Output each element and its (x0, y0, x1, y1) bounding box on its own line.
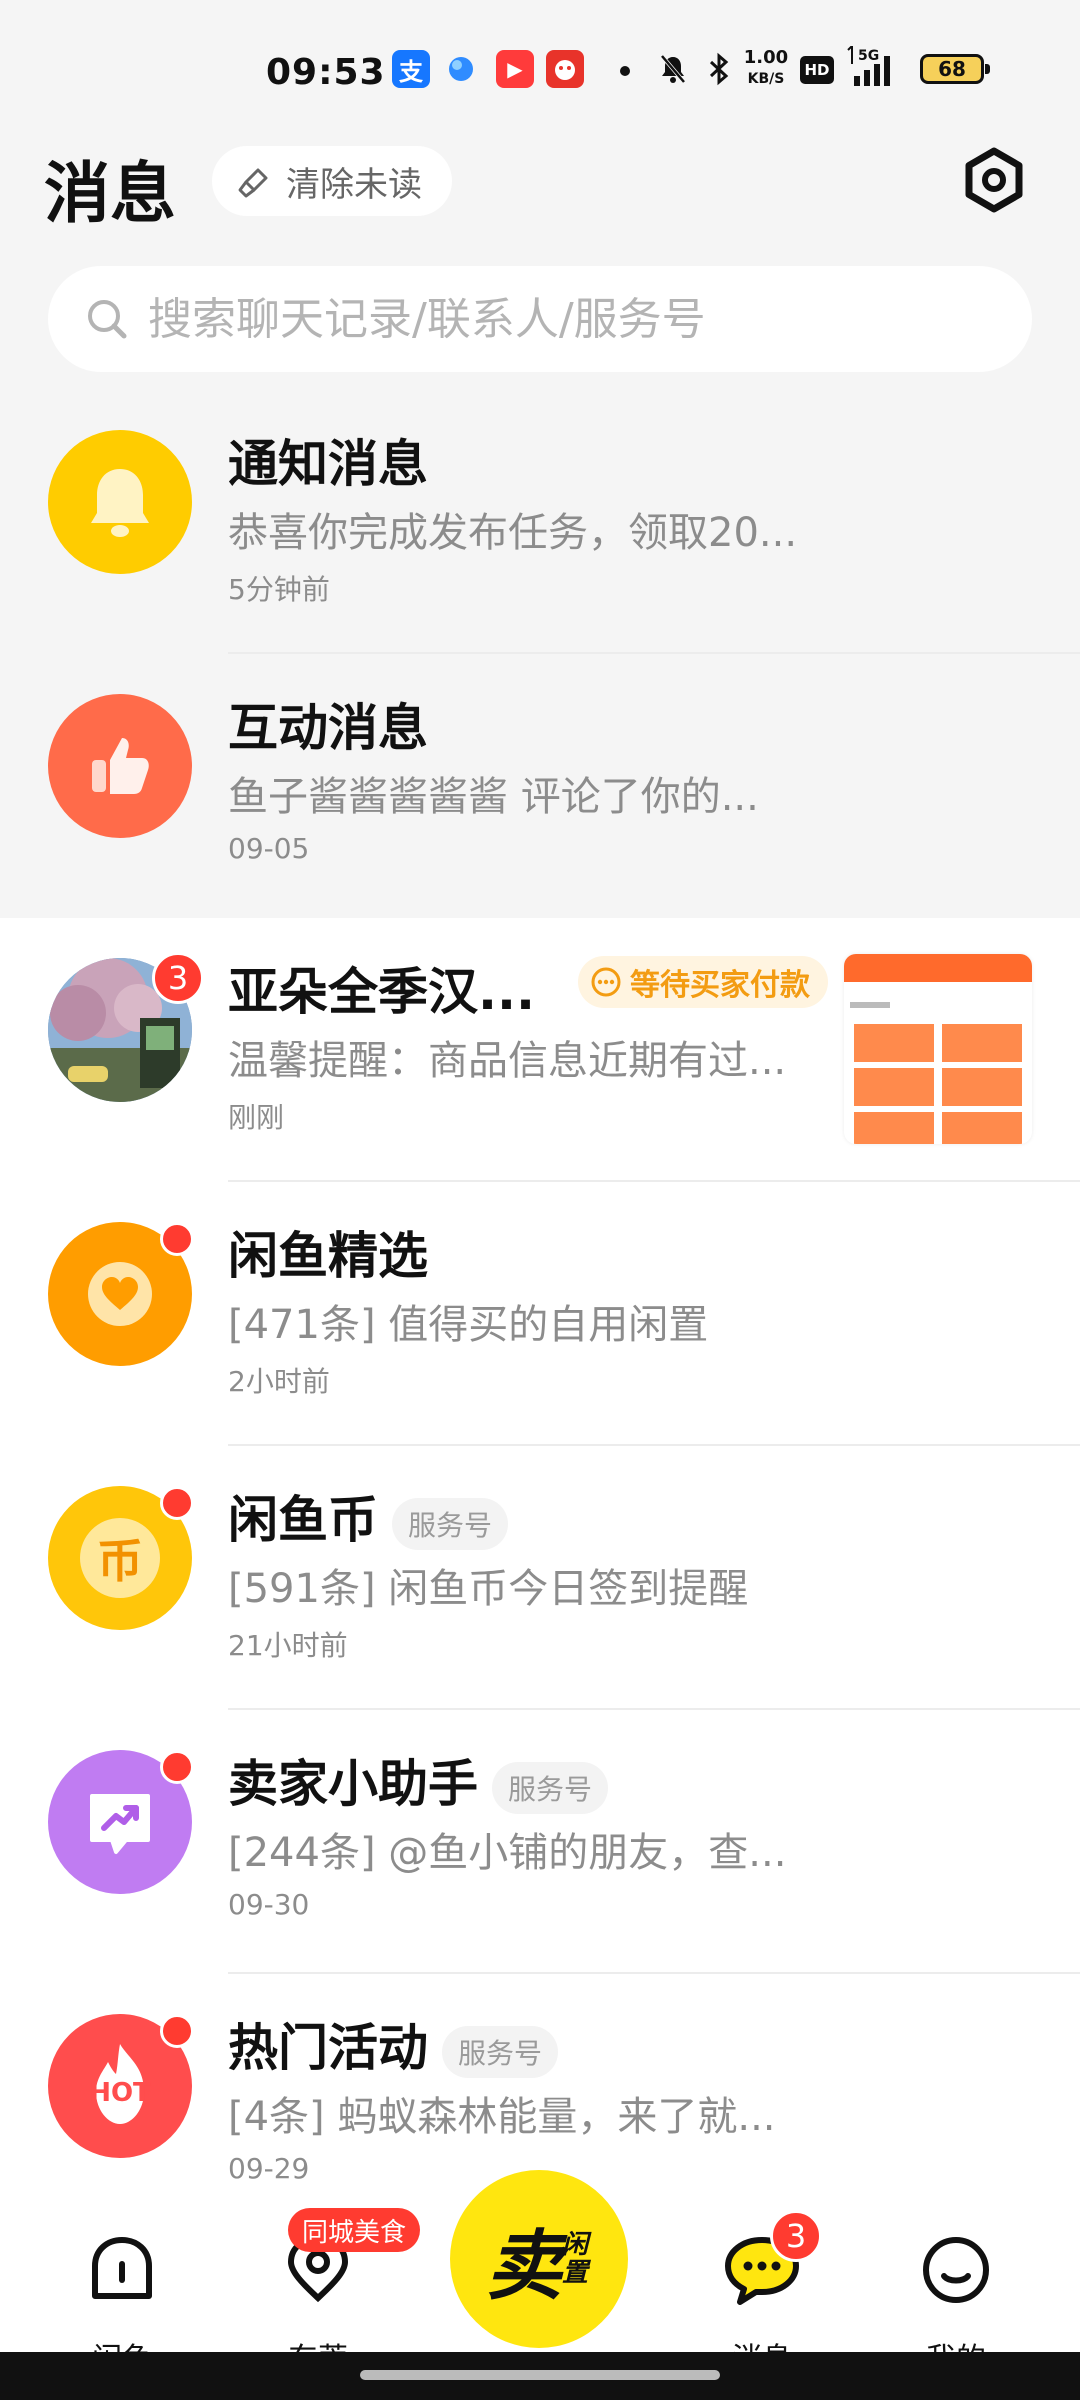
status-bar: 09:53 支 ▶ 1.00 KB/S HD 5G 68 (0, 40, 1080, 104)
conversation-interactions[interactable]: 互动消息 鱼子酱酱酱酱酱 评论了你的... 09-05 (0, 654, 1080, 918)
unread-dot (160, 1486, 194, 1520)
mute-bell-icon (654, 50, 692, 88)
conversation-time: 刚刚 (228, 1101, 285, 1134)
unread-dot (160, 1222, 194, 1256)
conversation-name-text: 热门活动 (228, 2019, 428, 2077)
svg-text:5G: 5G (858, 48, 879, 64)
status-time: 09:53 (266, 52, 386, 93)
conversation-preview: 温馨提醒：商品信息近期有过... (228, 1038, 787, 1084)
trending-up-icon (90, 1794, 150, 1854)
video-app-icon: ▶ (496, 50, 534, 88)
conversation-time: 5分钟前 (228, 573, 330, 606)
product-image (844, 954, 1032, 1144)
clear-unread-button[interactable]: 清除未读 (212, 146, 452, 216)
coin-icon-label: 币 (97, 1534, 143, 1588)
conversation-time: 09-05 (228, 832, 310, 865)
order-status-pill: 等待买家付款 (578, 956, 828, 1008)
conversation-name: 卖家小助手 服务号 (228, 1744, 609, 1816)
search-bar[interactable] (48, 266, 1032, 372)
conversation-preview: 鱼子酱酱酱酱酱 评论了你的... (228, 774, 759, 820)
unread-dot (160, 1750, 194, 1784)
conversation-name: 亚朵全季汉... (228, 963, 535, 1021)
bottom-nav: 闲鱼 东莞 同城美食 卖 闲置 消息 3 我的 (0, 2170, 1080, 2377)
search-icon (88, 300, 127, 339)
conversation-time: 09-30 (228, 1888, 310, 1921)
notification-avatar (48, 430, 192, 574)
network-speed: 1.00 KB/S (742, 48, 790, 89)
settings-button[interactable] (958, 144, 1030, 216)
conversation-name: 闲鱼精选 (228, 1227, 428, 1285)
network-speed-value: 1.00 (743, 47, 789, 68)
heart-icon (88, 1262, 152, 1326)
conversation-time: 2小时前 (228, 1365, 330, 1398)
conversation-preview: 恭喜你完成发布任务，领取20... (228, 510, 798, 556)
conversation-xianyu-coin[interactable]: 币 闲鱼币 服务号 [591条] 闲鱼币今日签到提醒 21小时前 (0, 1446, 1080, 1710)
conversation-preview: [244条] @鱼小铺的朋友，查... (228, 1830, 787, 1876)
conversation-xianyu-picks[interactable]: 闲鱼精选 [471条] 值得买的自用闲置 2小时前 (0, 1182, 1080, 1446)
bluetooth-icon (700, 50, 738, 88)
conversation-preview: [471条] 值得买的自用闲置 (228, 1302, 709, 1348)
home-indicator[interactable] (360, 2370, 720, 2380)
conversation-notifications[interactable]: 通知消息 恭喜你完成发布任务，领取20... 5分钟前 (0, 390, 1080, 654)
conversation-seller-assistant[interactable]: 卖家小助手 服务号 [244条] @鱼小铺的朋友，查... 09-30 (0, 1710, 1080, 1974)
battery-indicator: 68 (920, 54, 990, 84)
messages-badge: 3 (770, 2210, 822, 2262)
gear-icon (965, 147, 1023, 213)
conversation-time: 21小时前 (228, 1629, 348, 1662)
notification-dot (620, 66, 630, 76)
search-input[interactable] (146, 292, 1030, 346)
conversation-preview: [4条] 蚂蚁森林能量，来了就... (228, 2094, 776, 2140)
bell-icon (91, 469, 149, 537)
clear-unread-label: 清除未读 (286, 164, 422, 205)
network-speed-unit: KB/S (747, 71, 785, 87)
conversation-user-chat[interactable]: 3 亚朵全季汉... 等待买家付款 温馨提醒：商品信息近期有过... 刚刚 (0, 918, 1080, 1182)
signal-icon: 5G (846, 46, 906, 90)
service-account-tag: 服务号 (392, 1497, 509, 1550)
conversation-name: 互动消息 (228, 699, 428, 757)
service-account-tag: 服务号 (442, 2025, 559, 2078)
interaction-avatar (48, 694, 192, 838)
hd-icon: HD (800, 56, 834, 84)
conversation-name: 通知消息 (228, 435, 428, 493)
conversation-name: 闲鱼币 服务号 (228, 1480, 509, 1552)
smile-profile-icon (923, 2237, 989, 2303)
hot-fire-icon: HOT (72, 2038, 168, 2134)
product-thumbnail[interactable] (844, 954, 1032, 1144)
nav-mine[interactable]: 我的 (896, 2234, 1016, 2377)
city-food-tag: 同城美食 (288, 2208, 421, 2252)
thumbs-up-icon (92, 738, 149, 794)
service-account-tag: 服务号 (492, 1761, 609, 1814)
conversation-name-text: 卖家小助手 (228, 1755, 478, 1813)
page-title: 消息 (44, 155, 176, 232)
unread-dot (160, 2014, 194, 2048)
browser-app-icon (442, 50, 480, 88)
pending-icon (591, 967, 621, 997)
fish-home-icon (92, 2237, 152, 2299)
sell-button-label: 卖 (486, 2221, 562, 2310)
nav-home[interactable]: 闲鱼 (62, 2234, 182, 2377)
order-status-label: 等待买家付款 (630, 968, 810, 1003)
conversation-name: 热门活动 服务号 (228, 2008, 559, 2080)
coin-icon: 币 (80, 1518, 160, 1598)
broom-icon (238, 168, 268, 198)
conversation-time: 09-29 (228, 2152, 310, 2185)
unread-count-badge: 3 (152, 952, 204, 1004)
conversation-name-text: 闲鱼币 (228, 1491, 378, 1549)
hot-icon-label: HOT (89, 2078, 151, 2108)
sell-button[interactable]: 卖 闲置 (450, 2170, 628, 2348)
game-app-icon (546, 50, 584, 88)
sell-button-sub: 闲置 (562, 2230, 589, 2288)
conversation-preview: [591条] 闲鱼币今日签到提醒 (228, 1566, 749, 1612)
alipay-app-icon: 支 (392, 50, 430, 88)
